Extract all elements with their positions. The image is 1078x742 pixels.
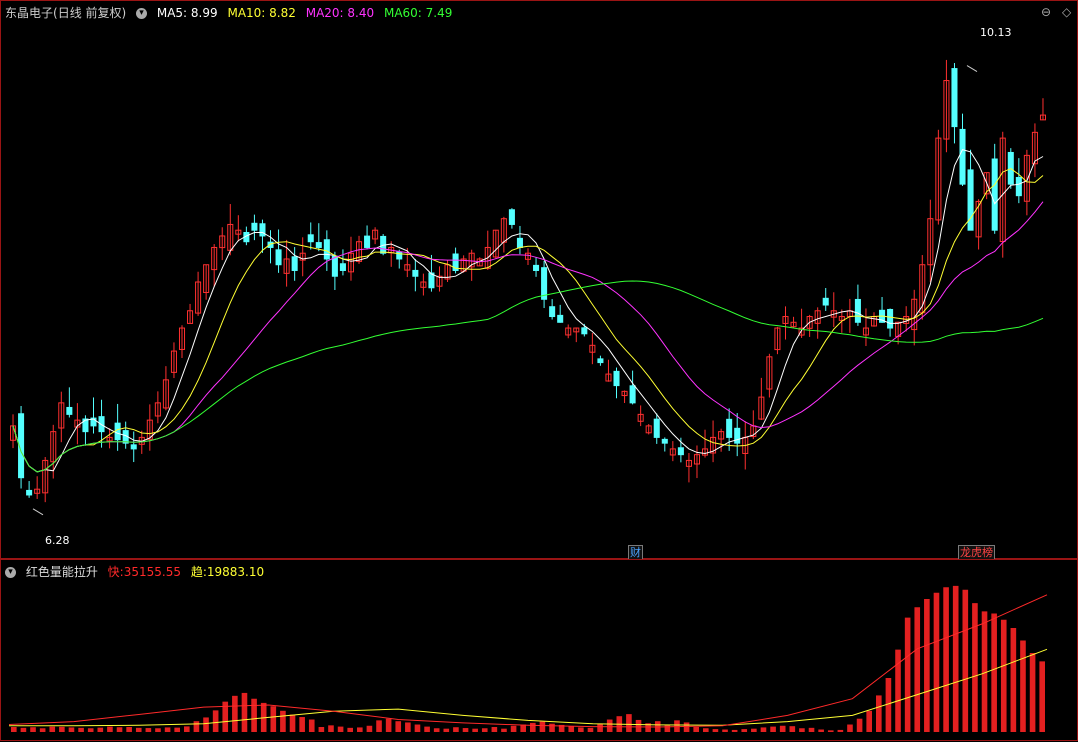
candle xyxy=(951,68,958,128)
fast-value: 35155.55 xyxy=(123,565,181,579)
candle xyxy=(275,249,282,266)
candle xyxy=(428,272,435,289)
candle xyxy=(291,256,298,271)
candle xyxy=(26,489,33,496)
fast-label: 快: xyxy=(107,565,124,579)
candle xyxy=(114,422,121,441)
candle xyxy=(364,235,371,248)
low-price-label: 6.28 xyxy=(45,534,70,547)
trend-line xyxy=(9,648,1048,727)
earnings-tag[interactable]: 财 xyxy=(628,545,643,560)
candle xyxy=(653,418,660,438)
candle xyxy=(991,158,998,231)
candle xyxy=(307,234,314,243)
candle xyxy=(887,308,894,329)
high-price-label: 10.13 xyxy=(980,26,1012,39)
candle xyxy=(508,209,515,225)
candle xyxy=(323,239,330,260)
candle xyxy=(597,358,604,364)
candle xyxy=(516,237,523,248)
chevron-down-icon[interactable]: ▾ xyxy=(5,567,16,578)
candle xyxy=(331,255,338,277)
candle xyxy=(629,385,636,404)
candle xyxy=(549,306,556,318)
indicator-header: ▾ 红色量能拉升 快:35155.55 趋:19883.10 xyxy=(5,564,270,580)
candle xyxy=(959,128,966,185)
candle xyxy=(613,370,620,387)
fast-line xyxy=(8,594,1048,728)
candle xyxy=(854,298,861,323)
candle xyxy=(1015,176,1022,197)
candle xyxy=(412,269,419,277)
trend-label: 趋: xyxy=(190,565,207,579)
trend-value: 19883.10 xyxy=(206,565,265,579)
dragon-tiger-list-tag[interactable]: 龙虎榜 xyxy=(958,545,995,560)
indicator-chart xyxy=(8,585,1048,732)
candle xyxy=(533,264,540,271)
candle xyxy=(339,263,346,271)
candle xyxy=(315,242,322,248)
candle xyxy=(661,438,668,444)
chevron-down-icon[interactable]: ▾ xyxy=(136,8,148,19)
ma10-label: MA10: 8.82 xyxy=(227,6,296,20)
stock-name: 东晶电子 xyxy=(5,6,54,20)
high-marker xyxy=(966,65,978,73)
ma20-line xyxy=(12,201,1044,473)
price-chart xyxy=(10,59,1047,516)
indicator-panel[interactable]: ▾ 红色量能拉升 快:35155.55 趋:19883.10 xyxy=(0,559,1078,741)
price-chart-panel[interactable]: 东晶电子(日线 前复权) ▾ MA5: 8.99 MA10: 8.82 MA20… xyxy=(0,0,1078,560)
low-marker xyxy=(32,508,44,516)
candle xyxy=(130,444,137,450)
ma60-label: MA60: 7.49 xyxy=(383,6,453,20)
ma20-label: MA20: 8.40 xyxy=(305,6,375,20)
chart-period: (日线 前复权) xyxy=(53,6,127,20)
candle xyxy=(66,406,73,415)
candle xyxy=(726,418,733,438)
candle xyxy=(967,169,974,231)
ma5-label: MA5: 8.99 xyxy=(156,6,218,20)
indicator-name: 红色量能拉升 xyxy=(25,565,98,579)
candle xyxy=(581,327,588,335)
restore-icon[interactable]: ⊖ xyxy=(1041,5,1051,19)
candle xyxy=(822,297,829,306)
candle xyxy=(251,222,258,231)
candle xyxy=(259,223,266,237)
price-header: 东晶电子(日线 前复权) ▾ MA5: 8.99 MA10: 8.82 MA20… xyxy=(5,5,458,21)
candle xyxy=(734,427,741,444)
candle xyxy=(677,447,684,456)
candle xyxy=(557,314,564,323)
diamond-icon[interactable]: ◇ xyxy=(1062,5,1071,19)
